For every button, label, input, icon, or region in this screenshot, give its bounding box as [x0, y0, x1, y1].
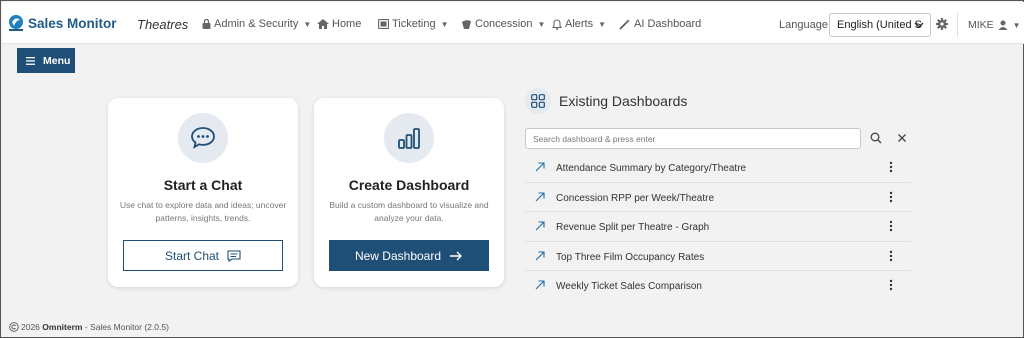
button-label: Start Chat — [164, 248, 220, 263]
nav-ai-dashboard[interactable]: AI Dashboard — [619, 18, 701, 30]
kebab-menu-icon[interactable] — [889, 279, 893, 291]
language-value: English (United S — [837, 19, 922, 31]
nav-label: AI Dashboard — [634, 18, 702, 30]
list-item[interactable]: Concession RPP per Week/Theatre — [525, 183, 911, 213]
caret-down-icon: ▼ — [598, 19, 607, 29]
nav-alerts[interactable]: Alerts ▼ — [552, 18, 606, 30]
create-dashboard-card: Create Dashboard Build a custom dashboar… — [314, 98, 504, 287]
section-title: Theatres — [137, 17, 189, 32]
close-icon[interactable] — [897, 133, 907, 143]
user-icon — [998, 20, 1008, 30]
dashboard-search-input[interactable] — [525, 128, 861, 149]
dashboard-name: Top Three Film Occupancy Rates — [556, 251, 705, 263]
nav-home[interactable]: Home — [317, 18, 361, 30]
app-window: Sales Monitor Theatres Admin & Security … — [0, 0, 1024, 338]
dashboard-name: Weekly Ticket Sales Comparison — [556, 281, 702, 293]
footer-year: 2026 — [21, 322, 40, 332]
card-description: Use chat to explore data and ideas; unco… — [119, 200, 287, 223]
nav-label: Alerts — [565, 18, 594, 30]
arrow-right-icon — [450, 251, 463, 260]
caret-down-icon: ▼ — [537, 19, 546, 29]
user-menu[interactable]: MIKE ▼ — [968, 19, 1021, 31]
caret-down-icon: ▼ — [303, 19, 312, 29]
list-item[interactable]: Attendance Summary by Category/Theatre — [525, 153, 911, 183]
footer-company: Omniterm — [42, 322, 83, 332]
chevron-down-icon — [914, 22, 924, 29]
magic-wand-icon — [619, 18, 630, 30]
card-description: Build a custom dashboard to visualize an… — [329, 200, 489, 223]
bar-chart-icon — [384, 113, 434, 163]
home-icon — [317, 19, 329, 29]
user-name: MIKE — [968, 19, 994, 31]
kebab-menu-icon[interactable] — [889, 220, 893, 232]
new-dashboard-button[interactable]: New Dashboard — [329, 240, 489, 271]
arrow-up-right-icon — [535, 162, 545, 172]
grid-icon — [525, 88, 551, 114]
nav-label: Admin & Security — [214, 18, 299, 30]
nav-label: Concession — [475, 18, 533, 30]
brand[interactable]: Sales Monitor — [8, 14, 117, 32]
arrow-up-right-icon — [535, 280, 545, 290]
list-item[interactable]: Weekly Ticket Sales Comparison — [525, 271, 911, 301]
nav-ticketing[interactable]: Ticketing ▼ — [378, 18, 449, 30]
divider — [957, 12, 958, 37]
copyright-icon — [9, 322, 19, 332]
caret-down-icon: ▼ — [440, 19, 449, 29]
dashboard-list: Attendance Summary by Category/Theatre C… — [525, 153, 911, 301]
existing-dashboards-header: Existing Dashboards — [525, 88, 687, 114]
arrow-up-right-icon — [535, 251, 545, 261]
list-item[interactable]: Revenue Split per Theatre - Graph — [525, 212, 911, 242]
start-chat-button[interactable]: Start Chat — [123, 240, 283, 271]
menu-label: Menu — [43, 54, 71, 67]
kebab-menu-icon[interactable] — [889, 161, 893, 173]
dashboard-name: Revenue Split per Theatre - Graph — [556, 222, 710, 234]
start-chat-card: Start a Chat Use chat to explore data an… — [108, 98, 298, 287]
kebab-menu-icon[interactable] — [889, 191, 893, 203]
nav-admin-security[interactable]: Admin & Security ▼ — [202, 18, 311, 30]
footer-product: - Sales Monitor (2.0.5) — [84, 322, 169, 332]
kebab-menu-icon[interactable] — [889, 250, 893, 262]
card-title: Start a Chat — [163, 177, 243, 193]
arrow-up-right-icon — [535, 192, 545, 201]
button-label: New Dashboard — [354, 248, 442, 263]
caret-down-icon: ▼ — [1012, 20, 1021, 30]
card-title: Create Dashboard — [348, 177, 470, 193]
nav-label: Home — [332, 18, 362, 30]
arrow-up-right-icon — [535, 221, 545, 231]
hamburger-icon — [26, 56, 35, 65]
omniterm-logo-icon — [9, 15, 23, 31]
gear-icon[interactable] — [936, 18, 948, 30]
search-icon[interactable] — [870, 132, 882, 144]
language-select[interactable]: English (United S — [829, 13, 931, 37]
menu-button[interactable]: Menu — [17, 48, 75, 73]
dashboard-name: Concession RPP per Week/Theatre — [556, 192, 715, 204]
lock-icon — [202, 19, 211, 29]
popcorn-icon — [462, 20, 471, 29]
dashboard-name: Attendance Summary by Category/Theatre — [556, 163, 747, 174]
list-item[interactable]: Top Three Film Occupancy Rates — [525, 242, 911, 272]
ticket-icon — [378, 19, 389, 29]
top-navbar: Sales Monitor Theatres Admin & Security … — [2, 2, 1024, 44]
language-label: Language: — [779, 19, 831, 31]
nav-label: Ticketing — [392, 18, 436, 30]
app-title: Sales Monitor — [28, 15, 117, 31]
nav-concession[interactable]: Concession ▼ — [461, 18, 545, 30]
chat-bubble-icon — [178, 113, 228, 163]
message-icon — [227, 249, 241, 262]
footer: 2026 Omniterm - Sales Monitor (2.0.5) — [9, 322, 169, 332]
existing-dashboards-title: Existing Dashboards — [559, 93, 688, 109]
bell-icon — [552, 18, 562, 30]
